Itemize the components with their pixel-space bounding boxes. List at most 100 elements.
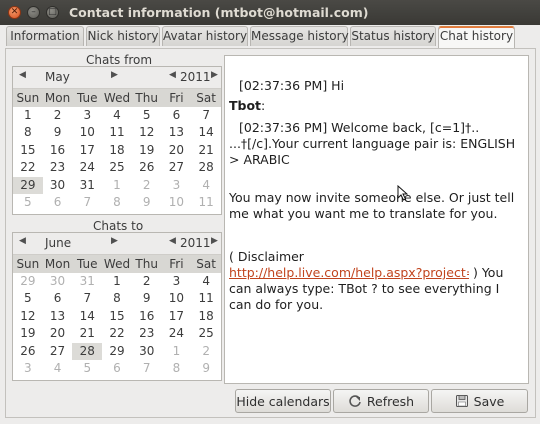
disclaimer-link[interactable]: http://help.live.com/help.aspx?project=t… — [229, 265, 469, 281]
calendar-day[interactable]: 11 — [191, 194, 221, 211]
calendar-day[interactable]: 22 — [102, 325, 132, 342]
calendar-day[interactable]: 4 — [102, 107, 132, 124]
prev-year-icon[interactable]: ◀ — [169, 236, 176, 246]
calendar-day[interactable]: 23 — [132, 325, 162, 342]
calendar-day[interactable]: 3 — [162, 177, 192, 194]
minimize-window-icon[interactable]: – — [27, 6, 40, 19]
calendar-day[interactable]: 11 — [102, 124, 132, 141]
calendar-day[interactable]: 19 — [132, 142, 162, 159]
calendar-day[interactable]: 9 — [132, 194, 162, 211]
calendar-day[interactable]: 20 — [162, 142, 192, 159]
calendar-day[interactable]: 8 — [13, 124, 43, 141]
calendar-day[interactable]: 9 — [191, 360, 221, 377]
calendar-day[interactable]: 17 — [72, 142, 102, 159]
chat-log[interactable]: [02:37:36 PM] Hi Tbot: [02:37:36 PM] Wel… — [224, 55, 529, 384]
tab-message-history[interactable]: Message history — [250, 26, 349, 46]
calendar-day[interactable]: 6 — [43, 290, 73, 307]
calendar-day[interactable]: 9 — [43, 124, 73, 141]
refresh-button[interactable]: Refresh — [333, 389, 429, 413]
calendar-day[interactable]: 17 — [162, 308, 192, 325]
calendar-day[interactable]: 30 — [43, 177, 73, 194]
tab-avatar-history[interactable]: Avatar history — [162, 26, 248, 46]
calendar-day[interactable]: 29 — [102, 343, 132, 360]
calendar-day[interactable]: 25 — [191, 325, 221, 342]
calendar-day[interactable]: 14 — [72, 308, 102, 325]
calendar-day[interactable]: 16 — [132, 308, 162, 325]
save-button[interactable]: Save — [431, 389, 528, 413]
calendar-day[interactable]: 14 — [191, 124, 221, 141]
calendar-day[interactable]: 7 — [72, 290, 102, 307]
next-year-icon[interactable]: ▶ — [211, 70, 218, 80]
calendar-day[interactable]: 26 — [13, 343, 43, 360]
calendar-day[interactable]: 31 — [72, 177, 102, 194]
calendar-day[interactable]: 12 — [13, 308, 43, 325]
calendar-day[interactable]: 18 — [191, 308, 221, 325]
calendar-day[interactable]: 5 — [72, 360, 102, 377]
calendar-day[interactable]: 13 — [162, 124, 192, 141]
tab-nick-history[interactable]: Nick history — [86, 26, 160, 46]
calendar-day[interactable]: 3 — [13, 360, 43, 377]
calendar-day[interactable]: 6 — [162, 107, 192, 124]
calendar-day[interactable]: 10 — [162, 290, 192, 307]
calendar-day[interactable]: 5 — [13, 290, 43, 307]
calendar-day[interactable]: 4 — [43, 360, 73, 377]
calendar-day[interactable]: 18 — [102, 142, 132, 159]
calendar-day[interactable]: 1 — [162, 343, 192, 360]
close-window-icon[interactable]: ✕ — [8, 6, 21, 19]
calendar-day[interactable]: 12 — [132, 124, 162, 141]
calendar-day[interactable]: 7 — [132, 360, 162, 377]
calendar-from[interactable]: ◀ May ▶ ◀ 2011 ▶ Sun Mon Tue Wed Thu Fri… — [12, 66, 222, 215]
calendar-day[interactable]: 6 — [102, 360, 132, 377]
calendar-day[interactable]: 19 — [13, 325, 43, 342]
calendar-to[interactable]: ◀ June ▶ ◀ 2011 ▶ Sun Mon Tue Wed Thu Fr… — [12, 232, 222, 381]
prev-month-icon[interactable]: ◀ — [19, 236, 26, 246]
calendar-day-selected[interactable]: 29 — [13, 176, 43, 194]
calendar-day[interactable]: 13 — [43, 308, 73, 325]
tab-status-history[interactable]: Status history — [350, 26, 436, 46]
calendar-day[interactable]: 15 — [102, 308, 132, 325]
calendar-day[interactable]: 23 — [43, 159, 73, 176]
calendar-day[interactable]: 3 — [162, 273, 192, 290]
calendar-day[interactable]: 2 — [132, 177, 162, 194]
calendar-day[interactable]: 4 — [191, 273, 221, 290]
calendar-day[interactable]: 30 — [43, 273, 73, 290]
calendar-day[interactable]: 6 — [43, 194, 73, 211]
calendar-day[interactable]: 24 — [72, 159, 102, 176]
maximize-window-icon[interactable]: □ — [46, 6, 59, 19]
next-month-icon[interactable]: ▶ — [111, 70, 118, 80]
calendar-day[interactable]: 1 — [102, 273, 132, 290]
calendar-day[interactable]: 8 — [162, 360, 192, 377]
calendar-day[interactable]: 10 — [72, 124, 102, 141]
calendar-day[interactable]: 1 — [13, 107, 43, 124]
calendar-day[interactable]: 30 — [132, 343, 162, 360]
calendar-day[interactable]: 8 — [102, 290, 132, 307]
calendar-day[interactable]: 10 — [162, 194, 192, 211]
calendar-day[interactable]: 15 — [13, 142, 43, 159]
prev-month-icon[interactable]: ◀ — [19, 70, 26, 80]
calendar-day[interactable]: 25 — [102, 159, 132, 176]
calendar-day[interactable]: 24 — [162, 325, 192, 342]
calendar-day[interactable]: 27 — [43, 343, 73, 360]
calendar-day[interactable]: 21 — [72, 325, 102, 342]
calendar-day[interactable]: 2 — [132, 273, 162, 290]
calendar-day[interactable]: 4 — [191, 177, 221, 194]
calendar-day[interactable]: 5 — [132, 107, 162, 124]
tab-information[interactable]: Information — [6, 26, 84, 46]
calendar-day[interactable]: 28 — [191, 159, 221, 176]
next-year-icon[interactable]: ▶ — [211, 236, 218, 246]
hide-calendars-button[interactable]: Hide calendars — [235, 389, 331, 413]
calendar-day[interactable]: 3 — [72, 107, 102, 124]
calendar-day[interactable]: 7 — [191, 107, 221, 124]
calendar-day[interactable]: 2 — [191, 343, 221, 360]
calendar-day[interactable]: 31 — [72, 273, 102, 290]
calendar-day[interactable]: 7 — [72, 194, 102, 211]
calendar-day[interactable]: 22 — [13, 159, 43, 176]
calendar-day[interactable]: 21 — [191, 142, 221, 159]
calendar-day[interactable]: 11 — [191, 290, 221, 307]
calendar-day[interactable]: 27 — [162, 159, 192, 176]
tab-chat-history[interactable]: Chat history — [438, 26, 515, 48]
calendar-day[interactable]: 29 — [13, 273, 43, 290]
calendar-day[interactable]: 20 — [43, 325, 73, 342]
prev-year-icon[interactable]: ◀ — [169, 70, 176, 80]
calendar-day[interactable]: 16 — [43, 142, 73, 159]
